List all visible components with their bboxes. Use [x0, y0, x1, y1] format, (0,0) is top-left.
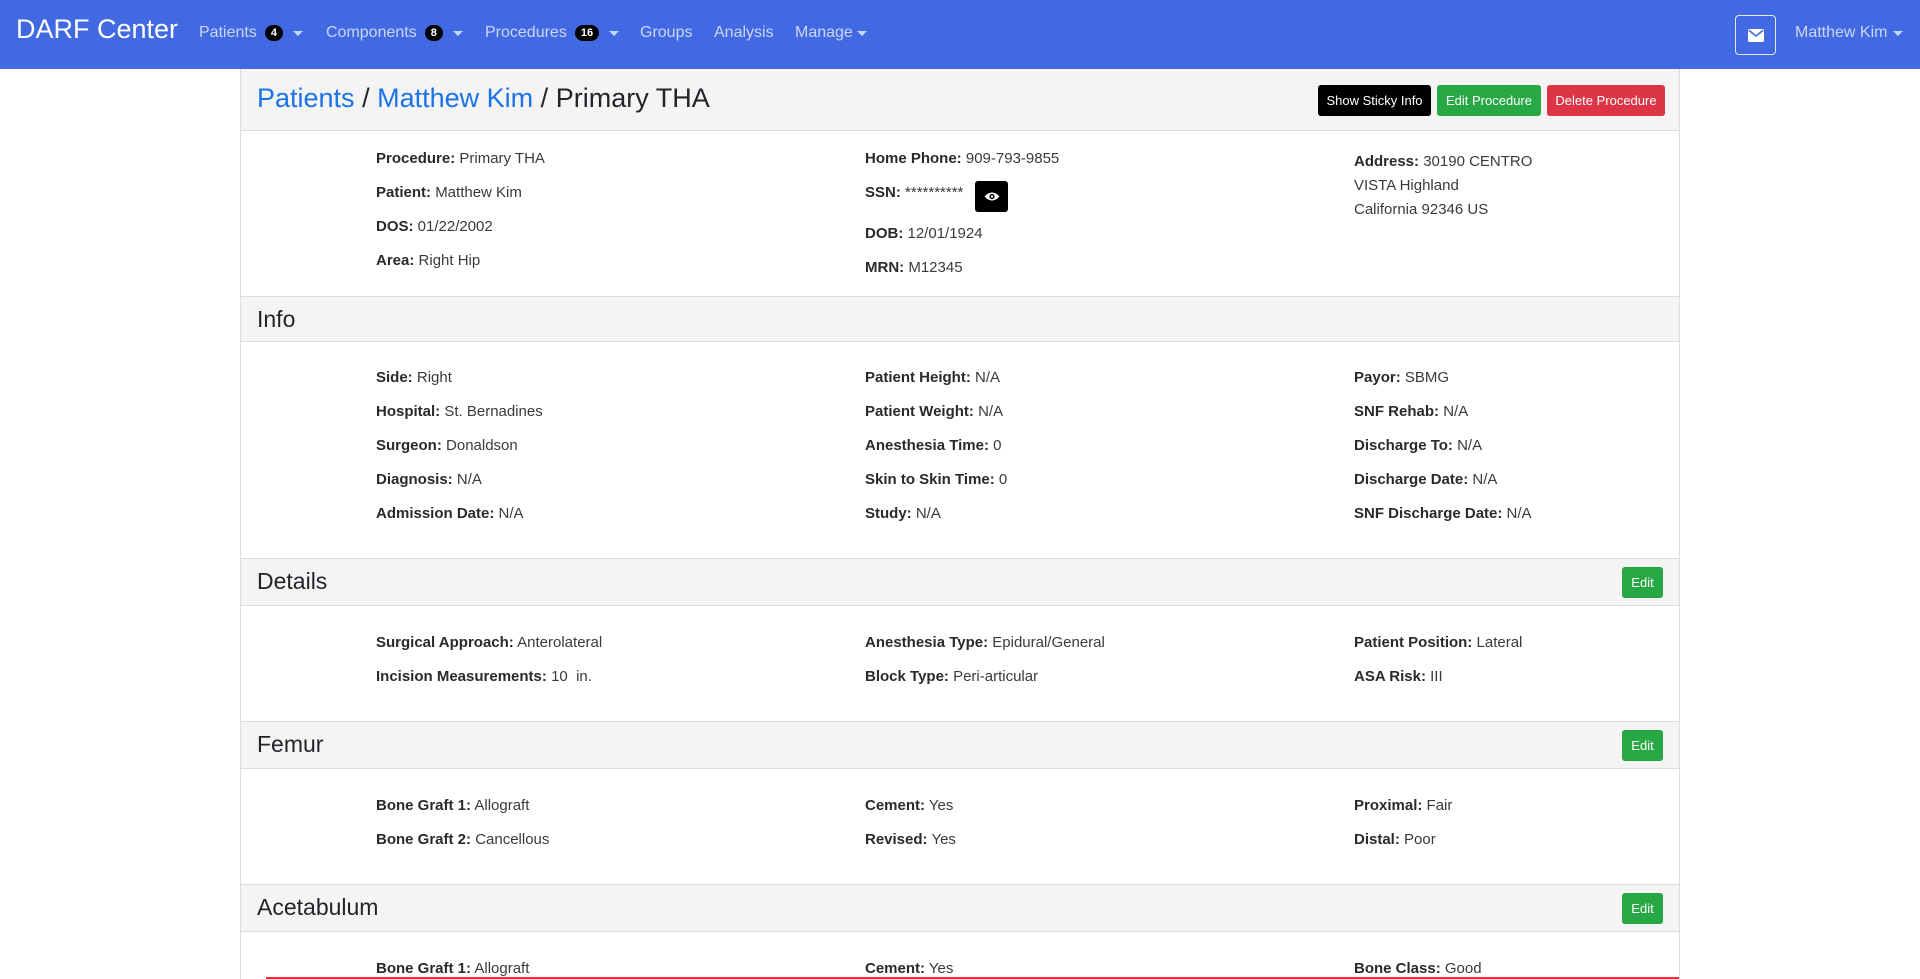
brand-logo[interactable]: DARF Center: [16, 14, 178, 45]
femur-cement: Cement: Yes: [865, 797, 954, 814]
info-section-title: Info: [257, 306, 296, 332]
femur-edit-button[interactable]: Edit: [1622, 730, 1663, 761]
summary-procedure: Procedure: Primary THA: [376, 150, 545, 167]
user-name: Matthew Kim: [1795, 24, 1888, 41]
page-header: Patients / Matthew Kim / Primary THA Sho…: [241, 69, 1679, 131]
top-navbar: DARF Center Patients 4 Components 8 Proc…: [0, 0, 1920, 69]
info-diagnosis: Diagnosis: N/A: [376, 471, 482, 488]
info-discharge-date: Discharge Date: N/A: [1354, 471, 1498, 488]
femur-section-title: Femur: [257, 731, 324, 757]
messages-button[interactable]: [1735, 15, 1776, 55]
breadcrumb-patients-link[interactable]: Patients: [257, 83, 355, 113]
details-asa-risk: ASA Risk: III: [1354, 668, 1443, 685]
breadcrumb-separator: /: [540, 83, 549, 113]
eye-icon: [984, 192, 999, 201]
user-menu[interactable]: Matthew Kim: [1795, 24, 1904, 42]
nav-procedures[interactable]: Procedures 16: [485, 24, 620, 42]
info-anesthesia-time: Anesthesia Time: 0: [865, 437, 1002, 454]
details-edit-button[interactable]: Edit: [1622, 567, 1663, 598]
chevron-down-icon: [856, 30, 867, 36]
acetabulum-bone-class: Bone Class: Good: [1354, 960, 1482, 977]
summary-mrn: MRN: M12345: [865, 259, 963, 276]
details-incision-measurements: Incision Measurements: 10 in.: [376, 668, 592, 685]
info-section-header: Info: [241, 296, 1679, 342]
nav-manage[interactable]: Manage: [795, 24, 867, 42]
nav-components-badge: 8: [424, 25, 443, 41]
summary-dos: DOS: 01/22/2002: [376, 218, 493, 235]
info-study: Study: N/A: [865, 505, 941, 522]
nav-components-label: Components: [326, 24, 417, 41]
procedure-card: Patients / Matthew Kim / Primary THA Sho…: [240, 69, 1680, 979]
chevron-down-icon: [609, 30, 620, 36]
chevron-down-icon: [1893, 30, 1904, 36]
info-snf-discharge-date: SNF Discharge Date: N/A: [1354, 505, 1532, 522]
acetabulum-section-header: Acetabulum Edit: [241, 884, 1679, 932]
info-surgeon: Surgeon: Donaldson: [376, 437, 518, 454]
femur-bone-graft-2: Bone Graft 2: Cancellous: [376, 831, 550, 848]
breadcrumb-separator: /: [362, 83, 370, 113]
chevron-down-icon: [292, 30, 303, 36]
show-sticky-info-button[interactable]: Show Sticky Info: [1318, 85, 1431, 116]
nav-components[interactable]: Components 8: [326, 24, 463, 42]
envelope-icon: [1747, 28, 1764, 42]
acetabulum-cement: Cement: Yes: [865, 960, 954, 977]
acetabulum-edit-button[interactable]: Edit: [1622, 893, 1663, 924]
nav-patients-badge: 4: [264, 25, 283, 41]
nav-manage-label: Manage: [795, 24, 853, 41]
breadcrumb: Patients / Matthew Kim / Primary THA: [257, 83, 710, 114]
info-skin-to-skin-time: Skin to Skin Time: 0: [865, 471, 1008, 488]
details-section-header: Details Edit: [241, 558, 1679, 606]
details-surgical-approach: Surgical Approach: Anterolateral: [376, 634, 603, 651]
summary-home-phone: Home Phone: 909-793-9855: [865, 150, 1060, 167]
nav-patients-label: Patients: [199, 24, 257, 41]
details-section-title: Details: [257, 568, 328, 594]
summary-ssn: SSN: **********: [865, 184, 964, 201]
femur-distal: Distal: Poor: [1354, 831, 1436, 848]
info-discharge-to: Discharge To: N/A: [1354, 437, 1483, 454]
femur-section-header: Femur Edit: [241, 721, 1679, 769]
summary-area: Area: Right Hip: [376, 252, 481, 269]
details-anesthesia-type: Anesthesia Type: Epidural/General: [865, 634, 1105, 651]
delete-procedure-button[interactable]: Delete Procedure: [1547, 85, 1665, 116]
femur-revised: Revised: Yes: [865, 831, 956, 848]
details-patient-position: Patient Position: Lateral: [1354, 634, 1523, 651]
chevron-down-icon: [452, 30, 463, 36]
nav-groups-label: Groups: [640, 24, 693, 41]
info-payor: Payor: SBMG: [1354, 369, 1450, 386]
acetabulum-section-title: Acetabulum: [257, 894, 379, 920]
breadcrumb-patient-link[interactable]: Matthew Kim: [377, 83, 533, 113]
info-admission-date: Admission Date: N/A: [376, 505, 524, 522]
summary-dob: DOB: 12/01/1924: [865, 225, 983, 242]
details-block-type: Block Type: Peri-articular: [865, 668, 1039, 685]
nav-analysis[interactable]: Analysis: [714, 24, 774, 42]
info-snf-rehab: SNF Rehab: N/A: [1354, 403, 1469, 420]
info-side: Side: Right: [376, 369, 452, 386]
info-patient-height: Patient Height: N/A: [865, 369, 1001, 386]
summary-patient: Patient: Matthew Kim: [376, 184, 522, 201]
acetabulum-bone-graft-1: Bone Graft 1: Allograft: [376, 960, 530, 977]
nav-analysis-label: Analysis: [714, 24, 774, 41]
femur-bone-graft-1: Bone Graft 1: Allograft: [376, 797, 530, 814]
breadcrumb-current: Primary THA: [555, 83, 710, 113]
nav-procedures-badge: 16: [574, 25, 600, 41]
reveal-ssn-button[interactable]: [975, 181, 1008, 212]
info-patient-weight: Patient Weight: N/A: [865, 403, 1004, 420]
nav-groups[interactable]: Groups: [640, 24, 692, 42]
info-hospital: Hospital: St. Bernadines: [376, 403, 543, 420]
edit-procedure-button[interactable]: Edit Procedure: [1437, 85, 1541, 116]
summary-address: Address: 30190 CENTRO VISTA Highland Cal…: [1354, 153, 1533, 218]
nav-procedures-label: Procedures: [485, 24, 567, 41]
femur-proximal: Proximal: Fair: [1354, 797, 1453, 814]
nav-patients[interactable]: Patients 4: [199, 24, 303, 42]
